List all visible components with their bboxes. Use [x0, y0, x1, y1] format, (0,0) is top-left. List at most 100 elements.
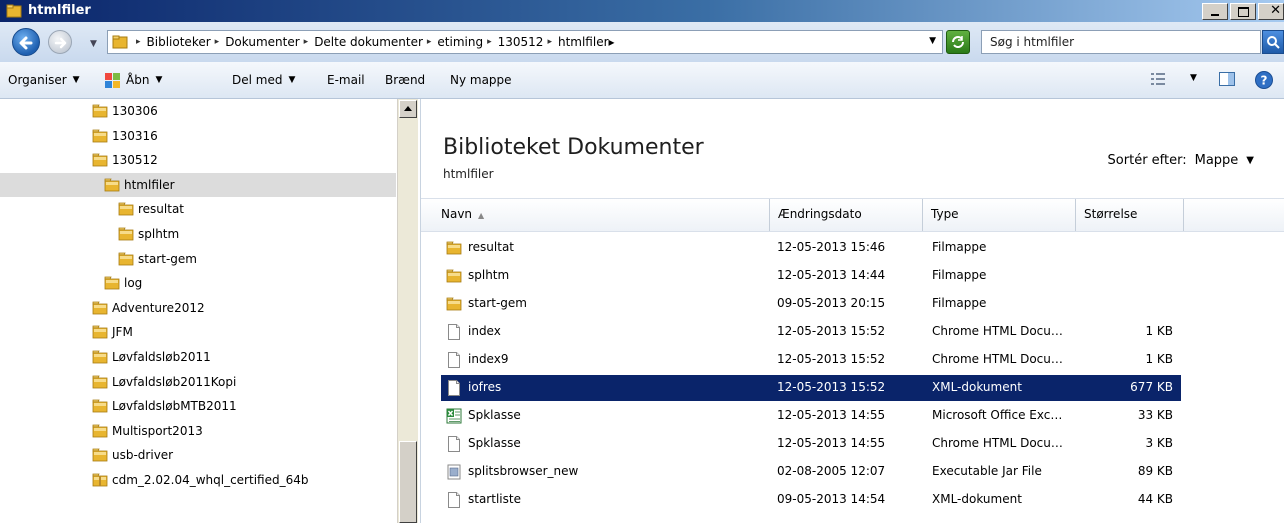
back-button[interactable]: [12, 28, 40, 56]
chevron-right-icon[interactable]: ▸: [215, 37, 220, 47]
tree-item[interactable]: JFM: [0, 320, 396, 344]
command-toolbar: Organiser ▼ Åbn ▼ Del med ▼ E-mail Brænd…: [0, 62, 1284, 99]
tree-item[interactable]: Multisport2013: [0, 419, 396, 443]
column-header-name[interactable]: Navn ▲: [433, 199, 770, 231]
file-type: XML-dokument: [932, 380, 1022, 394]
file-name: start-gem: [468, 296, 527, 310]
recent-pages-dropdown[interactable]: ▼: [90, 39, 97, 49]
sort-ascending-icon: ▲: [478, 211, 485, 220]
file-row[interactable]: splitsbrowser_new 02-08-2005 12:07 Executa…: [441, 459, 1181, 485]
tree-item[interactable]: start-gem: [0, 247, 396, 271]
view-options-button[interactable]: [1150, 70, 1166, 91]
file-row[interactable]: index 12-05-2013 15:52 Chrome HTML Docu… 1 …: [441, 319, 1181, 345]
file-type: Filmappe: [932, 240, 987, 254]
tree-item[interactable]: 130306: [0, 99, 396, 123]
tree-item[interactable]: 130512: [0, 148, 396, 172]
share-label: Del med: [232, 73, 283, 87]
refresh-button[interactable]: [946, 30, 970, 54]
folder-icon: [92, 153, 108, 167]
search-button[interactable]: [1262, 30, 1284, 54]
tree-item[interactable]: Adventure2012: [0, 296, 396, 320]
file-row[interactable]: index9 12-05-2013 15:52 Chrome HTML Docu… 1…: [441, 347, 1181, 373]
forward-button[interactable]: [48, 30, 72, 54]
chevron-right-icon[interactable]: ▸: [136, 37, 141, 47]
column-size-label: Størrelse: [1084, 207, 1138, 221]
preview-pane-button[interactable]: [1218, 70, 1236, 91]
open-program-icon: [105, 73, 120, 88]
burn-button[interactable]: Brænd: [385, 73, 425, 87]
breadcrumb-item[interactable]: ▸ etiming: [423, 35, 483, 49]
tree-item-label: splhtm: [138, 227, 180, 241]
file-row[interactable]: splhtm 12-05-2013 14:44 Filmappe: [441, 263, 1181, 289]
tree-item[interactable]: splhtm: [0, 222, 396, 246]
column-header-size[interactable]: Størrelse: [1076, 199, 1184, 231]
search-input[interactable]: Søg i htmlfiler: [981, 30, 1261, 54]
breadcrumb-item[interactable]: ▸ Delte dokumenter: [300, 35, 423, 49]
chevron-right-icon[interactable]: ▸: [487, 37, 492, 47]
chevron-right-icon[interactable]: ▸: [304, 37, 309, 47]
tree-item[interactable]: usb-driver: [0, 443, 396, 467]
column-header-type[interactable]: Type: [923, 199, 1076, 231]
chevron-right-icon[interactable]: ▸: [427, 37, 432, 47]
breadcrumb-label: etiming: [437, 35, 484, 49]
breadcrumb-label: Delte dokumenter: [314, 35, 423, 49]
file-name: startliste: [468, 492, 521, 506]
tree-item-label: 130512: [112, 153, 158, 168]
open-label: Åbn: [126, 73, 150, 87]
breadcrumb-label: htmlfiler: [557, 35, 609, 49]
column-header-row: Navn ▲ Ændringsdato Type Størrelse: [421, 198, 1284, 232]
excel-file-icon: [446, 408, 462, 424]
chevron-right-icon[interactable]: ▸: [547, 37, 552, 47]
folder-icon: [446, 269, 462, 283]
breadcrumb-item[interactable]: ▸ Biblioteker: [132, 35, 211, 49]
tree-item[interactable]: 130316: [0, 124, 396, 148]
scroll-up-button[interactable]: [399, 100, 417, 118]
chevron-right-icon[interactable]: ▸: [609, 35, 615, 49]
file-row[interactable]: Spklasse 12-05-2013 14:55 Microsoft Office…: [441, 403, 1181, 429]
close-button[interactable]: ✕: [1258, 3, 1284, 20]
tree-item[interactable]: Løvfaldsløb2011: [0, 345, 396, 369]
help-button[interactable]: ?: [1254, 70, 1274, 93]
file-size: 44 KB: [1137, 492, 1173, 506]
folder-icon: [92, 473, 108, 487]
organise-label: Organiser: [8, 73, 67, 87]
folder-icon: [92, 424, 108, 438]
file-row[interactable]: Spklasse 12-05-2013 14:55 Chrome HTML Docu…: [441, 431, 1181, 457]
sort-by-control[interactable]: Sortér efter: Mappe ▼: [1108, 153, 1254, 168]
maximize-button[interactable]: [1230, 3, 1256, 20]
tree-item[interactable]: htmlfiler: [0, 172, 396, 197]
tree-item[interactable]: Løvfaldsløb2011Kopi: [0, 370, 396, 394]
file-name: resultat: [468, 240, 515, 254]
file-row[interactable]: resultat 12-05-2013 15:46 Filmappe: [441, 235, 1181, 261]
tree-item[interactable]: resultat: [0, 197, 396, 221]
column-name-label: Navn: [441, 207, 473, 221]
tree-item[interactable]: LøvfaldsløbMTB2011: [0, 394, 396, 418]
column-header-date[interactable]: Ændringsdato: [770, 199, 923, 231]
file-type: Chrome HTML Docu…: [932, 324, 1063, 338]
minimize-button[interactable]: [1202, 3, 1228, 20]
tree-item-label: start-gem: [138, 251, 197, 266]
tree-item[interactable]: log: [0, 271, 396, 295]
breadcrumb-item[interactable]: ▸ Dokumenter: [211, 35, 300, 49]
window-titlebar[interactable]: htmlfiler ✕: [0, 0, 1284, 22]
file-name: splitsbrowser_new: [468, 464, 579, 478]
scroll-thumb[interactable]: [399, 441, 417, 523]
chevron-down-icon[interactable]: ▼: [929, 36, 936, 46]
library-title: Biblioteket Dokumenter: [443, 135, 704, 160]
view-dropdown[interactable]: ▼: [1190, 73, 1197, 83]
breadcrumb-item[interactable]: ▸ htmlfiler: [543, 35, 608, 49]
tree-item[interactable]: cdm_2.02.04_whql_certified_64b: [0, 468, 396, 492]
new-folder-button[interactable]: Ny mappe: [450, 73, 512, 87]
window-title: htmlfiler: [28, 3, 91, 18]
burn-label: Brænd: [385, 73, 426, 87]
organise-menu[interactable]: Organiser ▼: [8, 73, 80, 87]
breadcrumb-item[interactable]: ▸ 130512: [483, 35, 543, 49]
open-menu[interactable]: Åbn ▼: [104, 71, 162, 89]
email-button[interactable]: E-mail: [327, 73, 365, 87]
file-row[interactable]: start-gem 09-05-2013 20:15 Filmappe: [441, 291, 1181, 317]
file-row[interactable]: startliste 09-05-2013 14:54 XML-dokument 44…: [441, 487, 1181, 513]
share-menu[interactable]: Del med ▼: [232, 73, 295, 87]
file-row[interactable]: iofres 12-05-2013 15:52 XML-dokument 677 KB: [441, 375, 1181, 401]
navigation-scrollbar[interactable]: [397, 99, 418, 523]
address-field[interactable]: ▸ Biblioteker ▸ Dokumenter ▸ Delte dokumenter…: [107, 30, 943, 54]
